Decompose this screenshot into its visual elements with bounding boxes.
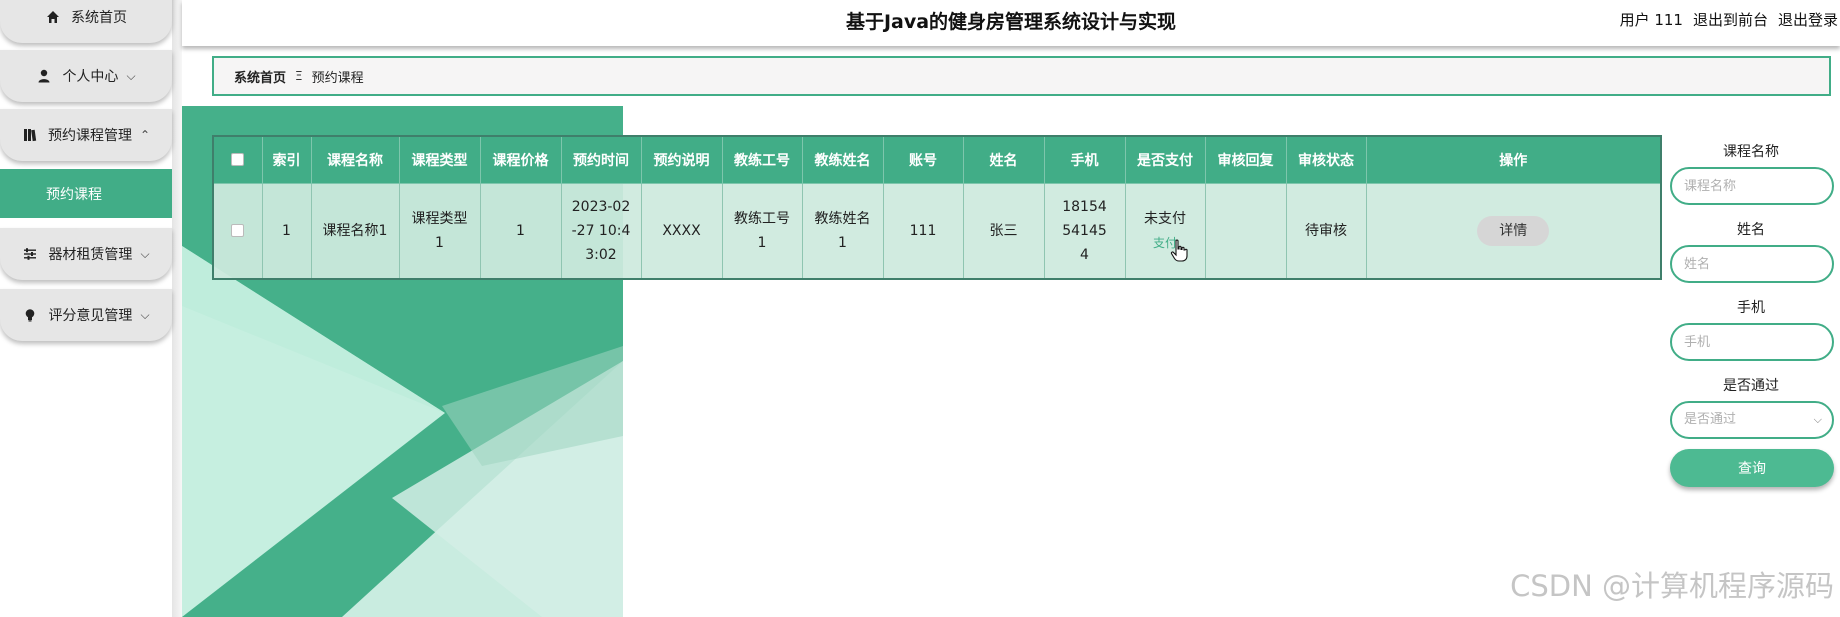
column-header: 手机 bbox=[1043, 135, 1126, 184]
column-header: 教练姓名 bbox=[801, 135, 884, 184]
column-header: 操作 bbox=[1365, 135, 1662, 184]
course-name-input[interactable] bbox=[1670, 167, 1834, 205]
cell-coach-name: 教练姓名1 bbox=[801, 182, 884, 280]
sidebar-divider bbox=[172, 0, 182, 617]
paid-status: 未支付 bbox=[1144, 210, 1186, 227]
hand-cursor-icon bbox=[1170, 239, 1188, 262]
chevron-down-icon: ⌵ bbox=[1813, 413, 1822, 426]
sidebar: 系统首页 个人中心 ⌵ 预约课程管理 ⌃ 预约课程 器材租赁管理 ⌵ 评分意见管… bbox=[0, 0, 182, 617]
search-button[interactable]: 查询 bbox=[1670, 449, 1834, 487]
breadcrumb-current: 预约课程 bbox=[311, 70, 364, 86]
cell-course-name: 课程名称1 bbox=[310, 182, 400, 280]
cell-course-price: 1 bbox=[479, 182, 562, 280]
home-icon bbox=[45, 9, 61, 25]
sidebar-item-label: 器材租赁管理 bbox=[48, 247, 133, 263]
sidebar-item-equipment-rental[interactable]: 器材租赁管理 ⌵ bbox=[0, 228, 172, 280]
sidebar-item-booking-management[interactable]: 预约课程管理 ⌃ bbox=[0, 109, 172, 161]
column-header: 姓名 bbox=[962, 135, 1045, 184]
name-input[interactable] bbox=[1670, 245, 1834, 283]
column-header: 索引 bbox=[261, 135, 312, 184]
cell-phone: 18154541454 bbox=[1043, 182, 1126, 280]
cell-review-reply bbox=[1204, 182, 1287, 280]
pay-link[interactable]: 支付 bbox=[1126, 231, 1205, 255]
cell-review-status: 待审核 bbox=[1285, 182, 1367, 280]
search-panel: 课程名称 姓名 手机 是否通过 是否通过 ⌵ 查询 bbox=[1668, 142, 1834, 487]
sidebar-item-personal-center[interactable]: 个人中心 ⌵ bbox=[0, 50, 172, 102]
user-label: 用户 111 bbox=[1619, 11, 1683, 29]
breadcrumb-separator-icon: Ξ bbox=[295, 69, 303, 83]
passed-select-value: 是否通过 bbox=[1684, 412, 1737, 427]
passed-select[interactable]: 是否通过 ⌵ bbox=[1670, 401, 1834, 439]
detail-button[interactable]: 详情 bbox=[1477, 215, 1550, 246]
user-icon bbox=[36, 68, 52, 84]
column-header: 预约说明 bbox=[640, 135, 723, 184]
cell-booking-desc: XXXX bbox=[640, 182, 723, 280]
column-header: 课程价格 bbox=[479, 135, 562, 184]
phone-input[interactable] bbox=[1670, 323, 1834, 361]
column-header: 课程名称 bbox=[310, 135, 400, 184]
app-title: 基于Java的健身房管理系统设计与实现 bbox=[845, 11, 1177, 33]
column-header: 教练工号 bbox=[721, 135, 803, 184]
sidebar-subitem-booked-courses[interactable]: 预约课程 bbox=[0, 169, 172, 218]
sidebar-item-label: 系统首页 bbox=[71, 10, 127, 26]
select-all-cell bbox=[212, 135, 263, 184]
select-all-checkbox[interactable] bbox=[231, 153, 245, 167]
row-checkbox[interactable] bbox=[231, 224, 245, 238]
chevron-down-icon: ⌵ bbox=[140, 307, 150, 322]
breadcrumb-home[interactable]: 系统首页 bbox=[234, 67, 286, 86]
sidebar-item-home[interactable]: 系统首页 bbox=[0, 0, 172, 43]
column-header: 审核回复 bbox=[1204, 135, 1287, 184]
exit-to-front-link[interactable]: 退出到前台 bbox=[1693, 9, 1768, 30]
cell-index: 1 bbox=[261, 182, 312, 280]
watermark: CSDN @计算机程序源码 bbox=[1510, 569, 1834, 603]
booking-table-container: 索引 课程名称 课程类型 课程价格 预约时间 预约说明 教练工号 教练姓名 账号… bbox=[212, 135, 1662, 280]
breadcrumb: 系统首页 Ξ 预约课程 bbox=[212, 56, 1831, 96]
sidebar-item-label: 评分意见管理 bbox=[48, 308, 133, 324]
bulb-icon bbox=[22, 307, 38, 323]
sidebar-subitem-label: 预约课程 bbox=[46, 186, 102, 203]
passed-label: 是否通过 bbox=[1723, 378, 1779, 394]
sidebar-item-rating-feedback[interactable]: 评分意见管理 ⌵ bbox=[0, 289, 172, 341]
column-header: 审核状态 bbox=[1285, 135, 1367, 184]
sidebar-item-label: 预约课程管理 bbox=[47, 128, 132, 144]
table-header-row: 索引 课程名称 课程类型 课程价格 预约时间 预约说明 教练工号 教练姓名 账号… bbox=[212, 135, 1662, 184]
cell-coach-id: 教练工号1 bbox=[721, 182, 803, 280]
top-header: 基于Java的健身房管理系统设计与实现 用户 111 退出到前台 退出登录 bbox=[182, 0, 1840, 46]
chevron-up-icon: ⌃ bbox=[139, 128, 151, 142]
column-header: 账号 bbox=[882, 135, 964, 184]
column-header: 预约时间 bbox=[560, 135, 642, 184]
cell-booking-time: 2023-02-27 10:43:02 bbox=[560, 182, 642, 280]
header-user-area: 用户 111 退出到前台 退出登录 bbox=[1620, 9, 1838, 30]
cell-account: 111 bbox=[882, 182, 964, 280]
chevron-down-icon: ⌵ bbox=[140, 246, 150, 261]
booking-table: 索引 课程名称 课程类型 课程价格 预约时间 预约说明 教练工号 教练姓名 账号… bbox=[212, 135, 1662, 280]
phone-label: 手机 bbox=[1737, 300, 1765, 316]
course-name-label: 课程名称 bbox=[1723, 144, 1779, 160]
column-header: 课程类型 bbox=[398, 135, 481, 184]
cell-actions: 详情 bbox=[1365, 182, 1662, 280]
cell-course-type: 课程类型1 bbox=[398, 182, 481, 280]
logout-link[interactable]: 退出登录 bbox=[1778, 9, 1838, 30]
name-label: 姓名 bbox=[1737, 222, 1765, 238]
cell-name: 张三 bbox=[962, 182, 1045, 280]
chevron-down-icon: ⌵ bbox=[126, 68, 136, 83]
book-icon bbox=[22, 127, 38, 143]
table-row: 1 课程名称1 课程类型1 1 2023-02-27 10:43:02 XXXX… bbox=[212, 182, 1662, 280]
cell-paid: 未支付 支付 bbox=[1124, 182, 1206, 280]
row-select-cell bbox=[212, 182, 263, 280]
sidebar-item-label: 个人中心 bbox=[62, 69, 119, 85]
sliders-icon bbox=[22, 246, 38, 262]
column-header: 是否支付 bbox=[1124, 135, 1206, 184]
